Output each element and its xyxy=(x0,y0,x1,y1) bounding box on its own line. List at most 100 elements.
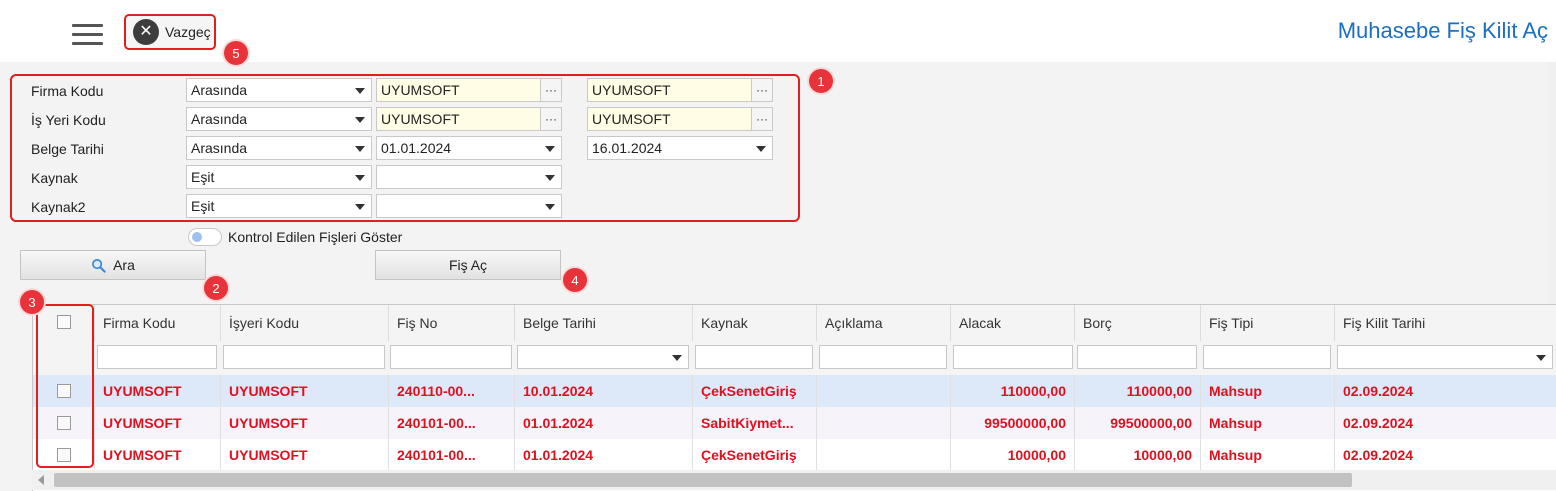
vertical-scrollbar[interactable] xyxy=(1548,62,1556,304)
cell-firma-kodu: UYUMSOFT xyxy=(95,407,221,439)
filter-row-kaynak2: Kaynak2 Eşit xyxy=(12,194,802,220)
vouchers-grid: Firma Kodu İşyeri Kodu Fiş No Belge Tari… xyxy=(32,304,1556,491)
end-date-picker[interactable]: 16.01.2024 xyxy=(587,136,773,160)
scroll-left-icon[interactable] xyxy=(38,475,44,485)
end-date-value: 16.01.2024 xyxy=(592,140,663,156)
filter-fis-kilit-tarihi[interactable] xyxy=(1337,345,1553,369)
column-header[interactable]: Firma Kodu xyxy=(95,305,221,341)
toggle-knob xyxy=(192,232,202,242)
filter-alacak[interactable] xyxy=(953,345,1073,369)
annotation-badge: 5 xyxy=(224,41,248,65)
annotation-badge: 1 xyxy=(809,69,833,93)
search-button[interactable]: Ara xyxy=(20,250,206,280)
cell-alacak: 110000,00 xyxy=(951,375,1075,407)
lookup-button[interactable]: ··· xyxy=(540,107,562,131)
cell-fis-kilit-tarihi: 02.09.2024 xyxy=(1343,415,1414,431)
cell-borc: 10000,00 xyxy=(1075,439,1201,471)
cell-fis-tipi: Mahsup xyxy=(1201,407,1335,439)
range-end-input[interactable]: UYUMSOFT xyxy=(587,107,753,131)
operator-value: Arasında xyxy=(191,111,248,127)
table-row[interactable]: UYUMSOFT UYUMSOFT 240110-00... 10.01.202… xyxy=(33,375,1556,408)
cell-fis-no: 240101-00... xyxy=(389,407,515,439)
operator-select[interactable]: Eşit xyxy=(186,194,372,218)
cell-fis-tipi: Mahsup xyxy=(1201,439,1335,471)
start-date-picker[interactable]: 01.01.2024 xyxy=(376,136,562,160)
table-row[interactable]: UYUMSOFT UYUMSOFT 240101-00... 01.01.202… xyxy=(33,439,1556,472)
filter-label: Kaynak xyxy=(31,170,78,186)
cell-aciklama xyxy=(817,375,951,407)
column-header[interactable]: Alacak xyxy=(951,305,1075,341)
open-voucher-button-label: Fiş Aç xyxy=(448,257,488,273)
operator-select[interactable]: Eşit xyxy=(186,165,372,189)
cell-kaynak: SabitKiymet... xyxy=(693,407,817,439)
filter-firma-kodu[interactable] xyxy=(97,345,217,369)
cell-aciklama xyxy=(817,407,951,439)
horizontal-scrollbar[interactable] xyxy=(32,470,1556,490)
scrollbar-thumb[interactable] xyxy=(54,473,1352,487)
range-end-input[interactable]: UYUMSOFT xyxy=(587,78,753,102)
range-start-input[interactable]: UYUMSOFT xyxy=(376,78,542,102)
chevron-down-icon xyxy=(545,146,555,152)
cancel-button[interactable]: ✕ Vazgeç xyxy=(124,14,216,50)
filter-kaynak[interactable] xyxy=(695,345,813,369)
cell-belge-tarihi: 01.01.2024 xyxy=(515,407,693,439)
annotation-badge: 3 xyxy=(20,290,44,314)
lookup-button[interactable]: ··· xyxy=(540,78,562,102)
chevron-down-icon xyxy=(672,355,682,361)
filter-row-is-yeri-kodu: İş Yeri Kodu Arasında UYUMSOFT ··· UYUMS… xyxy=(12,107,802,133)
chevron-down-icon xyxy=(355,117,365,123)
column-header[interactable]: Belge Tarihi xyxy=(515,305,693,341)
column-header[interactable]: Borç xyxy=(1075,305,1201,341)
page-title: Muhasebe Fiş Kilit Aç xyxy=(1337,18,1548,43)
filter-belge-tarihi[interactable] xyxy=(517,345,689,369)
column-header[interactable]: Açıklama xyxy=(817,305,951,341)
table-row[interactable]: UYUMSOFT UYUMSOFT 240101-00... 01.01.202… xyxy=(33,407,1556,440)
cell-firma-kodu: UYUMSOFT xyxy=(95,375,221,407)
lookup-button[interactable]: ··· xyxy=(751,107,773,131)
search-button-label: Ara xyxy=(113,257,135,273)
open-voucher-button[interactable]: Fiş Aç xyxy=(375,250,561,280)
filter-fis-tipi[interactable] xyxy=(1203,345,1331,369)
cell-belge-tarihi: 01.01.2024 xyxy=(515,439,693,471)
cell-fis-kilit-tarihi: 02.09.2024 xyxy=(1343,447,1414,463)
kaynak2-select[interactable] xyxy=(376,194,562,218)
operator-select[interactable]: Arasında xyxy=(186,78,372,102)
chevron-down-icon xyxy=(355,204,365,210)
filter-aciklama[interactable] xyxy=(819,345,947,369)
column-header[interactable]: Fiş No xyxy=(389,305,515,341)
search-icon xyxy=(92,258,106,273)
chevron-down-icon xyxy=(545,204,555,210)
filter-label: Kaynak2 xyxy=(31,199,86,215)
column-header[interactable]: Kaynak xyxy=(693,305,817,341)
cell-isyeri-kodu: UYUMSOFT xyxy=(221,439,389,471)
cell-borc: 110000,00 xyxy=(1075,375,1201,407)
operator-value: Arasında xyxy=(191,140,248,156)
cell-borc: 99500000,00 xyxy=(1075,407,1201,439)
chevron-down-icon xyxy=(1536,355,1546,361)
cell-fis-no: 240110-00... xyxy=(389,375,515,407)
column-header[interactable]: İşyeri Kodu xyxy=(221,305,389,341)
kaynak-select[interactable] xyxy=(376,165,562,189)
operator-select[interactable]: Arasında xyxy=(186,107,372,131)
column-header[interactable]: Fiş Kilit Tarihi xyxy=(1335,305,1556,341)
filter-row-firma-kodu: Firma Kodu Arasında UYUMSOFT ··· UYUMSOF… xyxy=(12,78,802,104)
cell-alacak: 99500000,00 xyxy=(951,407,1075,439)
lookup-button[interactable]: ··· xyxy=(751,78,773,102)
column-header[interactable]: Fiş Tipi xyxy=(1201,305,1335,341)
cancel-button-label: Vazgeç xyxy=(165,24,211,40)
chevron-down-icon xyxy=(756,146,766,152)
filter-isyeri-kodu[interactable] xyxy=(223,345,385,369)
menu-icon[interactable] xyxy=(72,24,103,46)
show-checked-toggle[interactable] xyxy=(188,228,222,246)
chevron-down-icon xyxy=(355,175,365,181)
filter-fis-no[interactable] xyxy=(390,345,512,369)
filter-label: Belge Tarihi xyxy=(31,141,104,157)
operator-value: Arasında xyxy=(191,82,248,98)
cell-firma-kodu: UYUMSOFT xyxy=(95,439,221,471)
operator-value: Eşit xyxy=(191,198,215,214)
range-start-input[interactable]: UYUMSOFT xyxy=(376,107,542,131)
filter-panel: Firma Kodu Arasında UYUMSOFT ··· UYUMSOF… xyxy=(10,74,800,222)
operator-select[interactable]: Arasında xyxy=(186,136,372,160)
cell-fis-tipi: Mahsup xyxy=(1201,375,1335,407)
filter-borc[interactable] xyxy=(1077,345,1197,369)
